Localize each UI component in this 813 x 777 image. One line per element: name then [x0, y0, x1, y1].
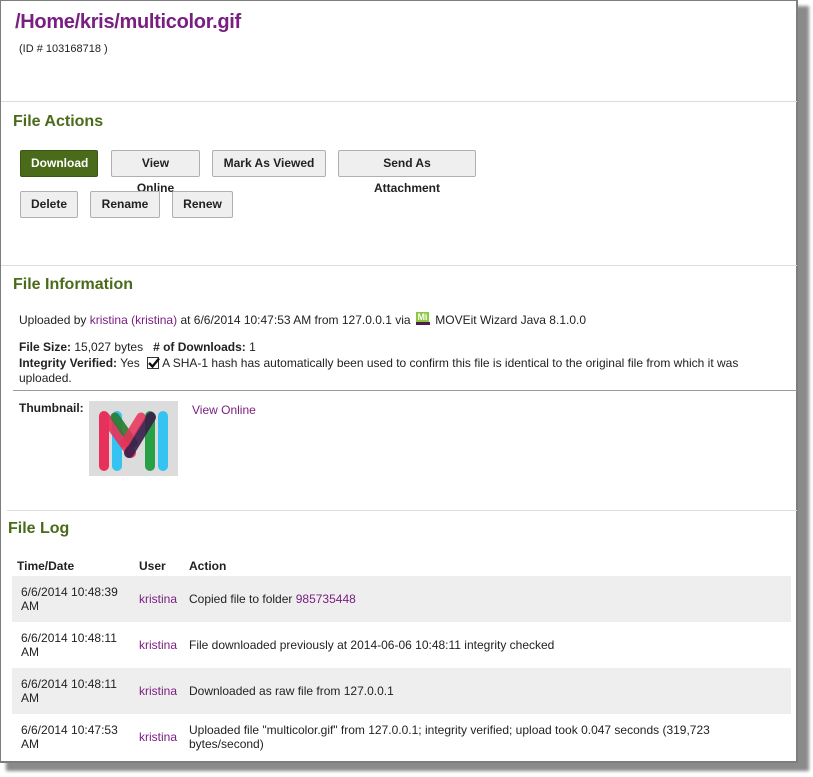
file-information-heading: File Information — [13, 276, 133, 293]
file-size-value: 15,027 bytes — [74, 340, 144, 354]
moveit-icon: Mi — [415, 312, 430, 326]
column-header-time: Time/Date — [17, 559, 75, 573]
checkbox-checked-icon — [147, 357, 161, 369]
upload-info: Uploaded by kristina (kristina) at 6/6/2… — [19, 312, 586, 327]
log-user-link[interactable]: kristina — [139, 592, 177, 606]
log-time: 6/6/2014 10:48:11 AM — [21, 677, 117, 705]
renew-button[interactable]: Renew — [172, 191, 233, 218]
log-user: kristina — [134, 622, 184, 668]
log-user-link[interactable]: kristina — [139, 684, 177, 698]
folder-link[interactable]: 985735448 — [296, 592, 356, 606]
log-user: kristina — [134, 714, 184, 760]
delete-button[interactable]: Delete — [20, 191, 78, 218]
divider — [1, 101, 797, 102]
divider — [1, 265, 797, 266]
table-row: 6/6/2014 10:47:53 AM kristina Uploaded fi… — [12, 714, 791, 760]
log-user: kristina — [134, 668, 184, 714]
column-header-user: User — [139, 559, 166, 573]
file-size-label: File Size: — [19, 340, 72, 354]
downloads-label: # of Downloads: — [153, 340, 246, 354]
column-header-action: Action — [189, 559, 227, 573]
table-row: 6/6/2014 10:48:11 AM kristina Downloaded … — [12, 668, 791, 714]
log-user: kristina — [134, 576, 184, 622]
log-action: Copied file to folder 985735448 — [189, 592, 356, 606]
divider — [7, 510, 797, 511]
table-header-row: Time/Date User Action — [12, 556, 791, 576]
client-name: MOVEit Wizard Java 8.1.0.0 — [435, 313, 587, 327]
integrity-value: Yes — [120, 356, 140, 370]
download-button[interactable]: Download — [20, 150, 98, 177]
log-time: 6/6/2014 10:48:39 AM — [21, 585, 118, 613]
integrity-description-cont: uploaded. — [19, 371, 72, 385]
thumbnail-image[interactable] — [89, 401, 178, 476]
log-action: Downloaded as raw file from 127.0.0.1 — [189, 684, 394, 698]
divider — [13, 390, 797, 391]
file-size-row: File Size: 15,027 bytes # of Downloads: … — [19, 340, 256, 354]
upload-details: at 6/6/2014 10:47:53 AM from 127.0.0.1 v… — [180, 313, 411, 327]
log-user-link[interactable]: kristina — [139, 730, 177, 744]
integrity-label: Integrity Verified: — [19, 356, 118, 370]
file-details-panel: /Home/kris/multicolor.gif (ID # 10316871… — [0, 0, 798, 763]
send-as-attachment-button[interactable]: Send As Attachment — [338, 150, 476, 195]
mark-as-viewed-button[interactable]: Mark As Viewed — [212, 150, 326, 177]
uploaded-by-label: Uploaded by — [19, 313, 87, 327]
log-action: File downloaded previously at 2014-06-06… — [189, 638, 555, 652]
file-log-table: Time/Date User Action 6/6/2014 10:48:39 A… — [12, 556, 791, 760]
rename-button[interactable]: Rename — [90, 191, 160, 218]
page-title: /Home/kris/multicolor.gif — [15, 11, 241, 33]
log-time: 6/6/2014 10:47:53 AM — [21, 723, 118, 751]
file-id: (ID # 103168718 ) — [19, 43, 108, 55]
uploader-link[interactable]: kristina (kristina) — [90, 313, 177, 327]
log-user-link[interactable]: kristina — [139, 638, 177, 652]
log-time: 6/6/2014 10:48:11 AM — [21, 631, 117, 659]
table-row: 6/6/2014 10:48:11 AM kristina File downlo… — [12, 622, 791, 668]
integrity-row: Integrity Verified: Yes A SHA-1 hash has… — [19, 356, 738, 370]
integrity-description: A SHA-1 hash has automatically been used… — [162, 356, 739, 370]
downloads-value: 1 — [249, 340, 256, 354]
view-online-button[interactable]: View Online — [111, 150, 200, 195]
file-log-heading: File Log — [8, 520, 70, 537]
table-row: 6/6/2014 10:48:39 AM kristina Copied file… — [12, 576, 791, 622]
thumbnail-view-online-link[interactable]: View Online — [192, 403, 256, 417]
log-action: Uploaded file "multicolor.gif" from 127.… — [189, 723, 710, 751]
thumbnail-label: Thumbnail: — [19, 401, 84, 415]
file-actions-heading: File Actions — [13, 113, 104, 130]
